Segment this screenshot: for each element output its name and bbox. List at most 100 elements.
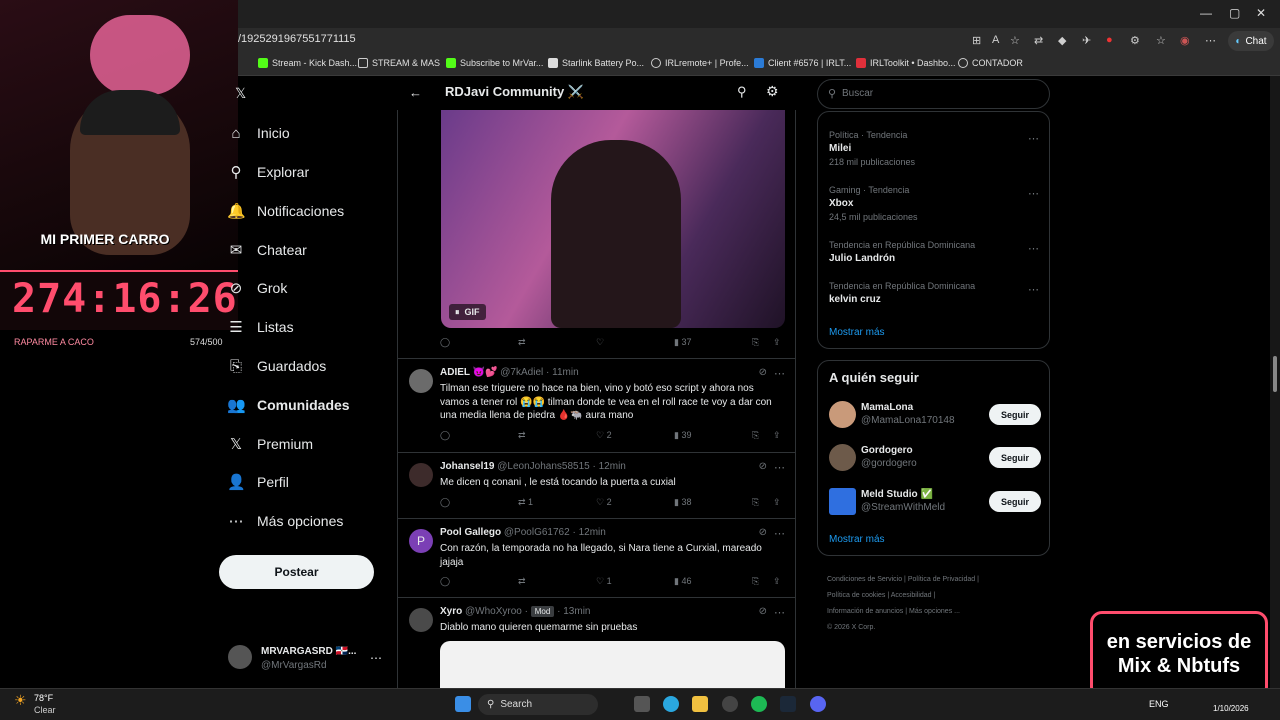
url-text[interactable]: /1925291967551771115 bbox=[238, 33, 356, 45]
show-more-link[interactable]: Mostrar más bbox=[829, 534, 885, 545]
task-view-icon[interactable] bbox=[634, 696, 650, 712]
search-icon[interactable]: ⚲ bbox=[737, 84, 747, 100]
footer-link[interactable]: Información de anuncios bbox=[827, 608, 903, 615]
trend-item[interactable]: Tendencia en República Dominicana Julio L… bbox=[829, 240, 975, 264]
show-more-link[interactable]: Mostrar más bbox=[829, 327, 885, 338]
grok-icon[interactable]: ⊘ bbox=[759, 461, 767, 472]
discord-icon[interactable] bbox=[810, 696, 826, 712]
bookmark[interactable]: IRLremote+ | Profe... bbox=[651, 58, 749, 68]
avatar[interactable] bbox=[829, 488, 856, 515]
nav-home[interactable]: ⌂ Inicio bbox=[227, 114, 289, 152]
more-icon[interactable]: ⋯ bbox=[774, 461, 785, 474]
search-input[interactable]: ⚲ Buscar bbox=[817, 79, 1050, 109]
nav-bookmarks[interactable]: ⎘ Guardados bbox=[227, 347, 326, 385]
more-icon[interactable]: ⋯ bbox=[774, 527, 785, 540]
views-count[interactable]: ▮ 46 bbox=[674, 576, 691, 587]
clock-date[interactable]: 1/10/2026 bbox=[1213, 704, 1249, 713]
reply-icon[interactable]: ◯ bbox=[440, 430, 450, 441]
steam-icon[interactable] bbox=[780, 696, 796, 712]
bookmark[interactable]: Client #6576 | IRLT... bbox=[754, 58, 851, 68]
more-icon[interactable]: ⋯ bbox=[774, 606, 785, 619]
extension-icon[interactable]: ● bbox=[1106, 34, 1113, 46]
follow-item[interactable]: Gordogero @gordogero Seguir bbox=[829, 442, 1041, 474]
more-icon[interactable]: ⋯ bbox=[1028, 242, 1039, 255]
spotify-icon[interactable] bbox=[751, 696, 767, 712]
follow-button[interactable]: Seguir bbox=[989, 447, 1041, 468]
bookmark[interactable]: Stream - Kick Dash... bbox=[258, 58, 357, 68]
tweet-media[interactable] bbox=[440, 641, 785, 689]
share-icon[interactable]: ⇪ bbox=[773, 497, 781, 508]
close-icon[interactable]: ✕ bbox=[1256, 6, 1266, 20]
repost-icon[interactable]: ⇄ bbox=[518, 576, 526, 587]
maximize-icon[interactable]: ▢ bbox=[1229, 6, 1240, 20]
chat-button[interactable]: ◐ Chat bbox=[1228, 31, 1274, 51]
footer-link[interactable]: Más opciones ... bbox=[909, 608, 960, 615]
like-icon[interactable]: ♡ bbox=[596, 337, 604, 348]
account-avatar[interactable] bbox=[228, 645, 252, 669]
more-icon[interactable]: ⋯ bbox=[1028, 187, 1039, 200]
favorite-star-icon[interactable]: ☆ bbox=[1010, 34, 1020, 47]
extension-icon[interactable]: ⇄ bbox=[1034, 34, 1043, 47]
avatar[interactable]: P bbox=[409, 529, 433, 553]
bookmark-icon[interactable]: ⎘ bbox=[752, 576, 759, 587]
bookmark-icon[interactable]: ⎘ bbox=[752, 430, 759, 441]
footer-link[interactable]: Condiciones de Servicio bbox=[827, 576, 902, 583]
like-button[interactable]: ♡ 2 bbox=[596, 497, 612, 508]
share-icon[interactable]: ⇪ bbox=[773, 576, 781, 587]
nav-more[interactable]: ⋯ Más opciones bbox=[227, 502, 344, 540]
views-count[interactable]: ▮ 37 bbox=[674, 337, 691, 348]
bookmark-icon[interactable]: ⎘ bbox=[752, 337, 759, 348]
menu-icon[interactable]: ⋯ bbox=[1205, 34, 1216, 47]
grok-icon[interactable]: ⊘ bbox=[759, 527, 767, 538]
bookmark[interactable]: CONTADOR bbox=[958, 58, 1023, 68]
bookmark[interactable]: Subscribe to MrVar... bbox=[446, 58, 543, 68]
nav-premium[interactable]: 𝕏 Premium bbox=[227, 425, 313, 463]
footer-link[interactable]: Política de cookies bbox=[827, 592, 885, 599]
views-count[interactable]: ▮ 38 bbox=[674, 497, 691, 508]
extension-icon[interactable]: ✈ bbox=[1082, 34, 1091, 47]
footer-link[interactable]: Política de Privacidad bbox=[908, 576, 975, 583]
follow-item[interactable]: Meld Studio ✅ @StreamWithMeld Seguir bbox=[829, 486, 1041, 518]
app-icon[interactable] bbox=[722, 696, 738, 712]
grok-icon[interactable]: ⊘ bbox=[759, 606, 767, 617]
weather-temp[interactable]: 78°F bbox=[34, 693, 53, 703]
gif-badge[interactable]: ⏸ GIF bbox=[449, 304, 486, 320]
translate-icon[interactable]: A bbox=[992, 34, 999, 46]
taskbar-search[interactable]: ⚲ Search bbox=[478, 694, 598, 715]
bookmark[interactable]: STREAM & MAS bbox=[358, 58, 440, 68]
reply-icon[interactable]: ◯ bbox=[440, 576, 450, 587]
nav-chat[interactable]: ✉ Chatear bbox=[227, 231, 307, 269]
tweet[interactable]: Johansel19 @LeonJohans58515 · 12min ⊘ ⋯ … bbox=[398, 452, 795, 518]
windows-start-icon[interactable] bbox=[455, 696, 471, 712]
avatar[interactable] bbox=[829, 444, 856, 471]
follow-button[interactable]: Seguir bbox=[989, 404, 1041, 425]
file-explorer-icon[interactable] bbox=[692, 696, 708, 712]
like-button[interactable]: ♡ 1 bbox=[596, 576, 612, 587]
nav-explore[interactable]: ⚲ Explorar bbox=[227, 153, 310, 191]
back-arrow-icon[interactable]: ← bbox=[409, 85, 422, 100]
account-more-icon[interactable]: ⋯ bbox=[370, 651, 382, 665]
language-indicator[interactable]: ENG bbox=[1149, 699, 1169, 709]
reply-icon[interactable]: ◯ bbox=[440, 337, 450, 348]
scrollbar-thumb[interactable] bbox=[1273, 356, 1277, 392]
nav-communities[interactable]: 👥 Comunidades bbox=[227, 386, 350, 424]
account-name[interactable]: MRVARGASRD 🇩🇴... bbox=[261, 646, 356, 657]
share-icon[interactable]: ⇪ bbox=[773, 337, 781, 348]
bookmark[interactable]: IRLToolkit • Dashbo... bbox=[856, 58, 956, 68]
trend-item[interactable]: Tendencia en República Dominicana kelvin … bbox=[829, 281, 975, 305]
avatar[interactable] bbox=[409, 369, 433, 393]
repost-icon[interactable]: ⇄ bbox=[518, 430, 526, 441]
avatar[interactable] bbox=[829, 401, 856, 428]
follow-item[interactable]: MamaLona @MamaLona170148 Seguir bbox=[829, 399, 1041, 431]
follow-button[interactable]: Seguir bbox=[989, 491, 1041, 512]
views-count[interactable]: ▮ 39 bbox=[674, 430, 691, 441]
more-icon[interactable]: ⋯ bbox=[1028, 283, 1039, 296]
trend-item[interactable]: Gaming · Tendencia Xbox 24,5 mil publicaci… bbox=[829, 185, 918, 222]
trend-item[interactable]: Política · Tendencia Milei 218 mil publica… bbox=[829, 130, 915, 167]
repost-button[interactable]: ⇄ 1 bbox=[518, 497, 533, 508]
x-logo-icon[interactable]: 𝕏 bbox=[235, 85, 246, 102]
post-button[interactable]: Postear bbox=[219, 555, 374, 589]
bookmark-icon[interactable]: ⎘ bbox=[752, 497, 759, 508]
profile-avatar-icon[interactable]: ◉ bbox=[1180, 34, 1190, 47]
nav-notifications[interactable]: 🔔 Notificaciones bbox=[227, 192, 344, 230]
